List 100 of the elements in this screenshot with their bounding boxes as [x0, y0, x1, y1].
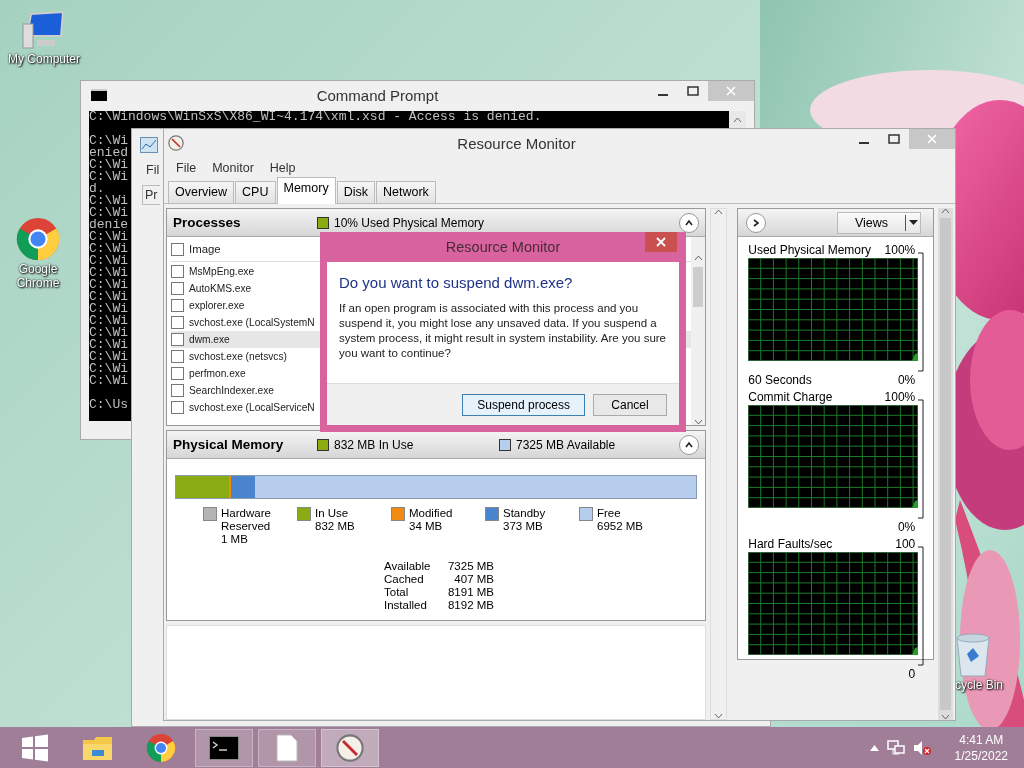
- legend-value: 373 MB: [503, 520, 544, 533]
- stat-label: Cached: [384, 573, 425, 586]
- checkbox[interactable]: [171, 367, 184, 380]
- legend-value: 34 MB: [409, 520, 444, 533]
- graph-title: Used Physical Memory: [748, 242, 871, 257]
- graph-max: 100%: [884, 242, 916, 257]
- legend-value: 1 MB: [221, 533, 249, 546]
- checkbox[interactable]: [171, 350, 184, 363]
- checkbox[interactable]: [171, 384, 184, 397]
- column-header[interactable]: Image: [189, 243, 221, 255]
- stat-label: Available: [384, 560, 432, 573]
- tab[interactable]: Pr: [142, 185, 160, 205]
- process-name[interactable]: svchost.exe (LocalServiceN: [189, 402, 315, 413]
- gauge-icon: [336, 733, 364, 762]
- process-name[interactable]: svchost.exe (netsvcs): [189, 351, 287, 362]
- chrome-icon: [15, 216, 61, 262]
- memory-swatch-icon: [317, 216, 329, 229]
- process-name[interactable]: dwm.exe: [189, 334, 230, 345]
- graph-max: 100%: [884, 389, 916, 404]
- taskbar-button[interactable]: [195, 728, 253, 767]
- menu-item[interactable]: File: [168, 161, 205, 175]
- legend-label: Standby: [503, 507, 547, 520]
- process-name[interactable]: SearchIndexer.exe: [189, 385, 274, 396]
- legend-value: 832 MB: [315, 520, 356, 533]
- scroll-down-icon[interactable]: [693, 419, 703, 425]
- checkbox[interactable]: [171, 333, 184, 346]
- checkbox[interactable]: [171, 242, 184, 256]
- tab[interactable]: Network: [375, 181, 436, 203]
- scroll-down-icon[interactable]: [714, 713, 724, 719]
- graph-title: Hard Faults/sec: [748, 536, 833, 551]
- process-name[interactable]: explorer.exe: [189, 300, 245, 311]
- legend-label: Free: [597, 507, 622, 520]
- checkbox[interactable]: [171, 265, 184, 278]
- process-name[interactable]: AutoKMS.exe: [189, 283, 252, 294]
- checkbox[interactable]: [171, 316, 184, 329]
- graph-max: 100: [895, 536, 916, 551]
- suspend-button[interactable]: Suspend process: [462, 393, 585, 416]
- legend-label: In Use: [315, 507, 350, 520]
- stat-value: 407 MB: [453, 573, 494, 586]
- console-line: C:\Wi: [89, 255, 128, 267]
- dialog-heading: Do you want to suspend dwm.exe?: [339, 274, 574, 291]
- available-summary: 7325 MB Available: [516, 437, 616, 452]
- stat-value: 8191 MB: [446, 586, 494, 599]
- stat-label: Installed: [384, 599, 428, 612]
- collapse-button[interactable]: [679, 434, 700, 455]
- chrome-icon: [146, 732, 176, 763]
- cancel-button[interactable]: Cancel: [593, 393, 667, 416]
- windows-logo-icon: [21, 733, 49, 762]
- console-line: C:\Wi: [89, 243, 128, 255]
- legend-label: Hardware Reserved: [221, 507, 272, 533]
- checkbox[interactable]: [171, 401, 184, 414]
- close-button[interactable]: [645, 232, 677, 252]
- scroll-up-icon[interactable]: [693, 255, 703, 261]
- console-line: C:\Wi: [89, 315, 128, 327]
- console-line: C:\Windows\WinSxS\X86_WI~4.174\xml.xsd - Access is denied.: [89, 111, 542, 123]
- console-line: C:\Wi: [89, 279, 128, 291]
- tab[interactable]: Overview: [168, 181, 235, 203]
- views-dropdown[interactable]: Views: [837, 211, 922, 234]
- tab[interactable]: CPU: [235, 181, 276, 203]
- graph-min: 0%: [897, 373, 916, 387]
- checkbox[interactable]: [171, 282, 184, 295]
- scroll-up-icon[interactable]: [714, 209, 724, 215]
- console-line: C:\Wi: [89, 351, 128, 363]
- tab[interactable]: Disk: [336, 181, 375, 203]
- network-icon[interactable]: [886, 739, 905, 756]
- chevron-right-icon: [751, 217, 762, 228]
- scroll-up-icon[interactable]: [941, 208, 950, 214]
- console-line: C:\Wi: [89, 339, 128, 351]
- volume-muted-icon[interactable]: [912, 739, 931, 756]
- scrollbar-thumb[interactable]: [693, 267, 704, 307]
- section-title: Processes: [173, 215, 242, 230]
- document-icon: [276, 733, 298, 762]
- caret-up-icon[interactable]: [869, 744, 879, 751]
- console-line: d.: [89, 183, 105, 195]
- console-line: enied: [89, 147, 128, 159]
- collapse-button[interactable]: [679, 212, 700, 233]
- legend-label: Modified: [409, 507, 454, 520]
- scroll-down-icon[interactable]: [941, 714, 950, 720]
- clock-time[interactable]: 4:41 AM: [959, 731, 1004, 748]
- tab[interactable]: Memory: [276, 177, 336, 204]
- clock-date[interactable]: 1/25/2022: [954, 747, 1008, 764]
- computer-icon: [21, 10, 67, 52]
- chevron-up-icon: [684, 439, 695, 450]
- console-line: C:\Wi: [89, 363, 128, 375]
- process-name[interactable]: MsMpEng.exe: [189, 266, 255, 277]
- checkbox[interactable]: [171, 299, 184, 312]
- console-line: C:\Wi: [89, 375, 128, 387]
- scroll-up-icon[interactable]: [733, 116, 742, 123]
- menu-item[interactable]: Fil: [146, 163, 160, 177]
- menu-item[interactable]: Help: [261, 161, 304, 175]
- section-title: Physical Memory: [173, 437, 285, 452]
- gauge-icon: [168, 135, 184, 151]
- expand-button[interactable]: [746, 212, 767, 233]
- process-name[interactable]: svchost.exe (LocalSystemN: [189, 317, 315, 328]
- process-name[interactable]: perfmon.exe: [189, 368, 246, 379]
- chevron-up-icon: [684, 217, 695, 228]
- console-line: C:\Wi: [89, 195, 128, 207]
- console-line: C:\Wi: [89, 207, 128, 219]
- menu-item[interactable]: Monitor: [204, 161, 262, 175]
- graph-min: 0: [908, 667, 916, 681]
